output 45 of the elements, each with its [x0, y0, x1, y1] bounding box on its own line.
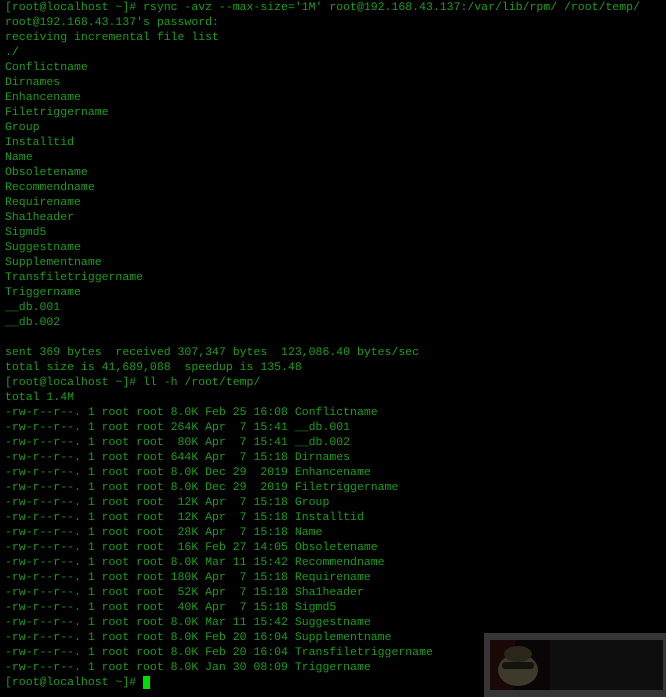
terminal-line: total 1.4M	[5, 390, 74, 405]
terminal-line: Sha1header	[5, 210, 74, 225]
terminal-line: total size is 41,689,088 speedup is 135.48	[5, 360, 302, 375]
terminal-line: -rw-r--r--. 1 root root 8.0K Mar 11 15:42 Recommendname	[5, 555, 385, 570]
terminal-line: Conflictname	[5, 60, 88, 75]
terminal-line: Enhancename	[5, 90, 81, 105]
terminal-line: Recommendname	[5, 180, 95, 195]
terminal-line: -rw-r--r--. 1 root root 8.0K Dec 29 2019 Filetriggername	[5, 480, 398, 495]
terminal-line: -rw-r--r--. 1 root root 8.0K Feb 25 16:08 Conflictname	[5, 405, 378, 420]
terminal-line: __db.002	[5, 315, 60, 330]
terminal-line: ./	[5, 45, 19, 60]
terminal-line: -rw-r--r--. 1 root root 264K Apr 7 15:41 __db.001	[5, 420, 350, 435]
terminal-line: sent 369 bytes received 307,347 bytes 123,086.40 bytes/sec	[5, 345, 420, 360]
terminal-line: Obsoletename	[5, 165, 88, 180]
terminal-line: -rw-r--r--. 1 root root 8.0K Dec 29 2019 Enhancename	[5, 465, 371, 480]
terminal-line: -rw-r--r--. 1 root root 80K Apr 7 15:41 __db.002	[5, 435, 350, 450]
terminal-prompt: [root@localhost ~]#	[5, 675, 136, 690]
terminal-line: -rw-r--r--. 1 root root 28K Apr 7 15:18 Name	[5, 525, 322, 540]
terminal-line: -rw-r--r--. 1 root root 8.0K Feb 20 16:04 Transfiletriggername	[5, 645, 433, 660]
terminal-line: Transfiletriggername	[5, 270, 144, 285]
terminal-line: -rw-r--r--. 1 root root 12K Apr 7 15:18 Installtid	[5, 510, 364, 525]
terminal-line: __db.001	[5, 300, 60, 315]
terminal-line: Supplementname	[5, 255, 102, 270]
terminal-line: Filetriggername	[5, 105, 109, 120]
terminal-line: -rw-r--r--. 1 root root 8.0K Feb 20 16:04 Supplementname	[5, 630, 392, 645]
terminal-line: -rw-r--r--. 1 root root 52K Apr 7 15:18 Sha1header	[5, 585, 364, 600]
terminal-line: Dirnames	[5, 75, 60, 90]
terminal-line: Group	[5, 120, 40, 135]
terminal-line: -rw-r--r--. 1 root root 12K Apr 7 15:18 Group	[5, 495, 330, 510]
terminal-line: -rw-r--r--. 1 root root 8.0K Jan 30 08:09 Triggername	[5, 660, 371, 675]
terminal-line: Sigmd5	[5, 225, 46, 240]
terminal-line: -rw-r--r--. 1 root root 8.0K Mar 11 15:42 Suggestname	[5, 615, 371, 630]
terminal-line: receiving incremental file list	[5, 30, 219, 45]
terminal-line: -rw-r--r--. 1 root root 40K Apr 7 15:18 Sigmd5	[5, 600, 336, 615]
terminal-line: Installtid	[5, 135, 74, 150]
terminal-line: root@192.168.43.137's password:	[5, 15, 219, 30]
terminal-line: Requirename	[5, 195, 81, 210]
terminal-line: [root@localhost ~]# rsync -avz --max-size='1M' root@192.168.43.137:/var/lib/rpm/ /root/temp/	[5, 0, 640, 15]
terminal-line: -rw-r--r--. 1 root root 180K Apr 7 15:18 Requirename	[5, 570, 371, 585]
terminal-line: [root@localhost ~]# ll -h /root/temp/	[5, 375, 260, 390]
terminal-line: Name	[5, 150, 33, 165]
terminal-line: -rw-r--r--. 1 root root 16K Feb 27 14:05 Obsoletename	[5, 540, 378, 555]
terminal-line: Suggestname	[5, 240, 81, 255]
terminal-line: Triggername	[5, 285, 81, 300]
terminal-line: -rw-r--r--. 1 root root 644K Apr 7 15:18 Dirnames	[5, 450, 350, 465]
